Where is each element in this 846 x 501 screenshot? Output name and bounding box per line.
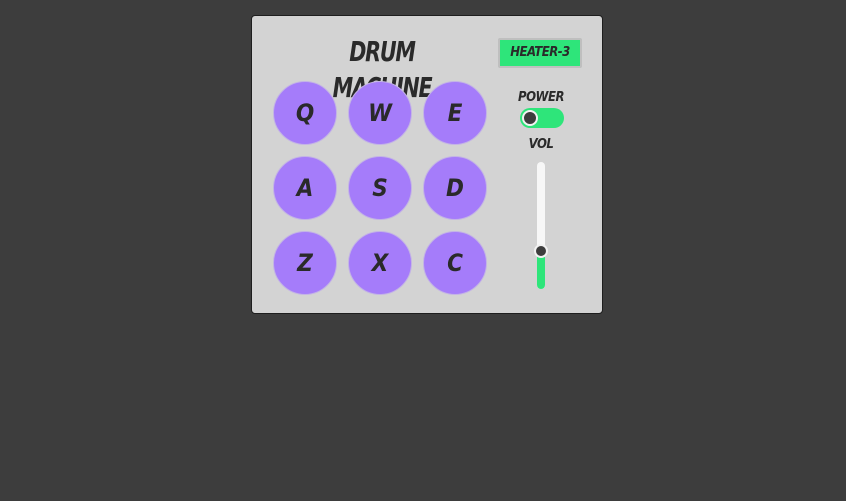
volume-slider-thumb[interactable] (534, 244, 548, 258)
drum-pad-a[interactable]: A (273, 156, 337, 220)
power-label: POWER (518, 90, 564, 105)
drum-machine: DRUM MACHINE HEATER-3 Q W E A S D Z X C … (251, 15, 603, 314)
drum-pad-w[interactable]: W (348, 81, 412, 145)
drum-pad-x[interactable]: X (348, 231, 412, 295)
drum-pad-d[interactable]: D (423, 156, 487, 220)
volume-label: VOL (528, 137, 554, 152)
drum-pad-q[interactable]: Q (273, 81, 337, 145)
drum-pad-s[interactable]: S (348, 156, 412, 220)
power-toggle[interactable] (520, 108, 564, 128)
drum-pad-e[interactable]: E (423, 81, 487, 145)
drum-pad-c[interactable]: C (423, 231, 487, 295)
power-toggle-knob[interactable] (522, 110, 538, 126)
drum-pad-z[interactable]: Z (273, 231, 337, 295)
sound-display: HEATER-3 (498, 38, 582, 68)
volume-slider[interactable] (534, 162, 548, 289)
drum-pad-grid: Q W E A S D Z X C (273, 81, 489, 297)
